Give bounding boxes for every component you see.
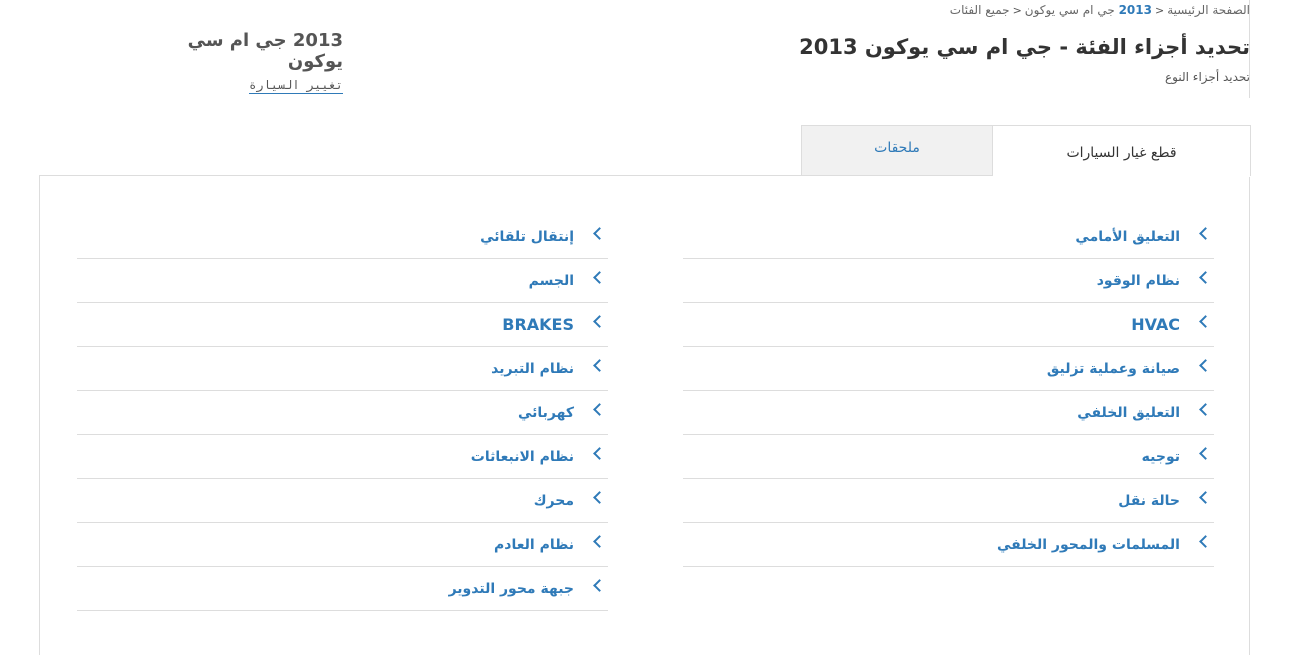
category-item[interactable]: حالة نقل bbox=[683, 479, 1214, 523]
chevron-right-icon bbox=[1199, 491, 1212, 504]
category-label: نظام الوقود bbox=[1096, 272, 1180, 289]
category-label: جبهة محور التدوير bbox=[448, 580, 574, 597]
category-item[interactable]: HVAC bbox=[683, 303, 1214, 347]
category-item[interactable]: كهربائي bbox=[77, 391, 608, 435]
breadcrumb: الصفحة الرئيسية<2013 جي ام سي يوكون<جميع… bbox=[950, 3, 1250, 17]
breadcrumb-home[interactable]: الصفحة الرئيسية bbox=[1167, 3, 1250, 17]
page-title: تحديد أجزاء الفئة - جي ام سي يوكون 2013 bbox=[799, 35, 1250, 59]
change-vehicle-link[interactable]: تغيير السيارة bbox=[249, 78, 343, 94]
chevron-right-icon bbox=[1199, 271, 1212, 284]
category-item[interactable]: محرك bbox=[77, 479, 608, 523]
chevron-right-icon bbox=[593, 271, 606, 284]
page-subtitle: تحديد أجزاء النوع bbox=[1165, 70, 1250, 84]
category-item[interactable]: نظام الوقود bbox=[683, 259, 1214, 303]
category-label: حالة نقل bbox=[1118, 492, 1180, 509]
chevron-left-icon: < bbox=[1012, 4, 1022, 17]
header-divider bbox=[1249, 0, 1250, 98]
chevron-right-icon bbox=[1199, 535, 1212, 548]
category-item[interactable]: نظام العادم bbox=[77, 523, 608, 567]
category-label: توجيه bbox=[1141, 448, 1180, 465]
chevron-right-icon bbox=[1199, 447, 1212, 460]
active-tab-connector bbox=[993, 175, 1250, 177]
chevron-right-icon bbox=[593, 491, 606, 504]
chevron-right-icon bbox=[1199, 403, 1212, 416]
category-item[interactable]: إنتقال تلقائي bbox=[77, 215, 608, 259]
category-label: التعليق الخلفي bbox=[1077, 404, 1180, 421]
category-item[interactable]: التعليق الخلفي bbox=[683, 391, 1214, 435]
breadcrumb-vehicle[interactable]: جي ام سي يوكون bbox=[1025, 3, 1115, 17]
chevron-right-icon bbox=[593, 315, 606, 328]
breadcrumb-current: جميع الفئات bbox=[949, 3, 1010, 17]
category-item[interactable]: صيانة وعملية تزليق bbox=[683, 347, 1214, 391]
category-label: محرك bbox=[533, 492, 574, 509]
breadcrumb-vehicle-year[interactable]: 2013 bbox=[1119, 3, 1152, 17]
category-label: الجسم bbox=[528, 272, 574, 289]
category-label: المسلمات والمحور الخلفي bbox=[996, 536, 1180, 553]
category-tabs: ملحقات قطع غيار السيارات bbox=[801, 125, 1251, 176]
category-label: إنتقال تلقائي bbox=[480, 228, 574, 245]
category-item[interactable]: جبهة محور التدوير bbox=[77, 567, 608, 611]
chevron-right-icon bbox=[593, 579, 606, 592]
tab-auto-parts[interactable]: قطع غيار السيارات bbox=[992, 125, 1251, 176]
category-item[interactable]: نظام الانبعاثات bbox=[77, 435, 608, 479]
chevron-right-icon bbox=[593, 535, 606, 548]
vehicle-name: 2013 جي ام سي يوكون bbox=[187, 30, 343, 72]
tab-accessories[interactable]: ملحقات bbox=[801, 125, 992, 176]
category-label: نظام الانبعاثات bbox=[470, 448, 574, 465]
chevron-right-icon bbox=[1199, 227, 1212, 240]
category-item[interactable]: نظام التبريد bbox=[77, 347, 608, 391]
category-item[interactable]: المسلمات والمحور الخلفي bbox=[683, 523, 1214, 567]
category-item[interactable]: التعليق الأمامي bbox=[683, 215, 1214, 259]
chevron-right-icon bbox=[593, 403, 606, 416]
chevron-left-icon: < bbox=[1154, 4, 1165, 17]
category-list-left: إنتقال تلقائي الجسم BRAKES نظام التبريد … bbox=[77, 215, 608, 611]
category-item[interactable]: BRAKES bbox=[77, 303, 608, 347]
chevron-right-icon bbox=[1199, 315, 1212, 328]
category-list-right: التعليق الأمامي نظام الوقود HVAC صيانة و… bbox=[683, 215, 1214, 567]
chevron-right-icon bbox=[593, 227, 606, 240]
category-item[interactable]: توجيه bbox=[683, 435, 1214, 479]
vehicle-box: 2013 جي ام سي يوكون تغيير السيارة bbox=[140, 30, 343, 94]
category-label: صيانة وعملية تزليق bbox=[1046, 360, 1180, 377]
category-label: HVAC bbox=[1131, 315, 1180, 334]
chevron-right-icon bbox=[593, 447, 606, 460]
category-label: التعليق الأمامي bbox=[1075, 228, 1180, 245]
category-label: نظام العادم bbox=[494, 536, 574, 553]
chevron-right-icon bbox=[1199, 359, 1212, 372]
category-item[interactable]: الجسم bbox=[77, 259, 608, 303]
category-label: نظام التبريد bbox=[491, 360, 574, 377]
category-label: BRAKES bbox=[502, 315, 574, 334]
category-label: كهربائي bbox=[517, 404, 574, 421]
chevron-right-icon bbox=[593, 359, 606, 372]
